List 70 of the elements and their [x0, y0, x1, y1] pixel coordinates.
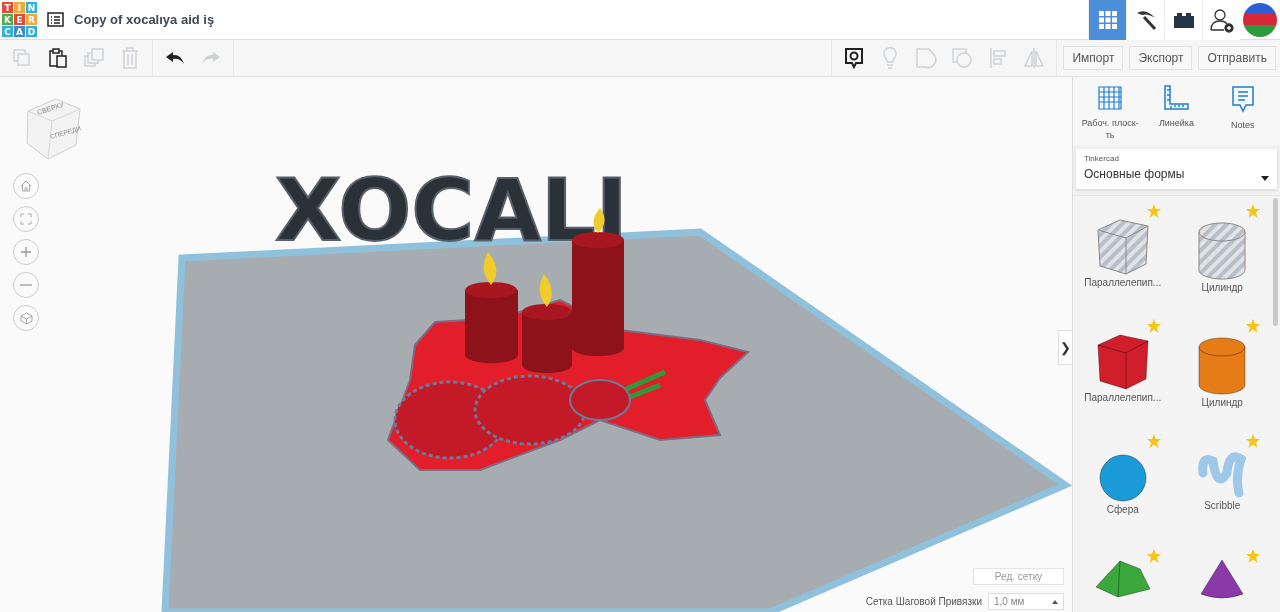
zoom-in-button[interactable]	[13, 239, 39, 265]
scrollbar[interactable]	[1273, 198, 1278, 326]
model-text: XOCALI	[275, 160, 628, 260]
logo-letter: I	[14, 2, 25, 13]
snap-grid-dropdown[interactable]: 1,0 мм	[988, 593, 1064, 610]
pickaxe-view-tab[interactable]	[1126, 0, 1164, 40]
redo-icon	[201, 51, 221, 65]
grid-icon	[1097, 9, 1118, 30]
collapse-panel-button[interactable]: ❯	[1058, 330, 1072, 365]
solid-shape-icon	[915, 47, 938, 69]
trash-icon	[121, 47, 139, 69]
notes-tool-button[interactable]: Notes	[1211, 85, 1274, 141]
copy-icon	[12, 48, 32, 68]
brick-view-tab[interactable]	[1164, 0, 1202, 40]
logo-letter: D	[26, 26, 37, 37]
clipboard-icon	[48, 47, 68, 69]
caret-icon	[1261, 176, 1269, 181]
star-icon	[1146, 319, 1161, 333]
note-icon	[844, 47, 865, 69]
shape-tile[interactable]: Параллелепип...	[1073, 202, 1173, 317]
lightbulb-icon	[882, 47, 899, 69]
star-icon	[1246, 319, 1260, 333]
snap-grid-label: Сетка Шаговой Привязки	[865, 596, 982, 607]
star-icon	[1246, 549, 1260, 563]
shape-tile[interactable]: Сфера	[1073, 432, 1173, 547]
library-dropdown[interactable]: Tinkercad Основные формы	[1076, 149, 1277, 189]
fit-view-icon	[20, 213, 32, 225]
shape-tile[interactable]: Цилиндр	[1172, 317, 1272, 432]
star-icon	[1146, 204, 1161, 218]
logo-letter: T	[2, 2, 13, 13]
note-icon	[1230, 85, 1255, 113]
logo-letter: R	[26, 14, 37, 25]
fit-view-button[interactable]	[13, 206, 39, 232]
align-icon	[989, 47, 1008, 69]
logo-letter: C	[2, 26, 13, 37]
workplane-tool-button[interactable]: Рабоч. плоск-ть	[1079, 85, 1142, 141]
user-avatar[interactable]	[1243, 2, 1277, 37]
star-icon	[1246, 204, 1260, 218]
hole-shape-icon	[951, 47, 974, 69]
perspective-icon	[19, 311, 33, 325]
zoom-in-icon	[20, 246, 32, 258]
logo-letter: A	[14, 26, 25, 37]
workplane-icon	[1097, 85, 1124, 111]
design-title: Copy of xocalıya aid iş	[74, 12, 216, 27]
zoom-out-button[interactable]	[13, 272, 39, 298]
logo-letter: N	[26, 2, 37, 13]
shape-tile[interactable]: Параллелепип...	[1073, 317, 1173, 432]
star-icon	[1146, 434, 1161, 448]
logo-letter: E	[14, 14, 25, 25]
export-button[interactable]: Экспорт	[1129, 46, 1193, 70]
shape-tile[interactable]: Scribble	[1172, 432, 1272, 547]
send-button[interactable]: Отправить	[1198, 46, 1276, 70]
ruler-icon	[1163, 85, 1190, 111]
duplicate-icon	[83, 48, 105, 68]
home-button[interactable]	[13, 173, 39, 199]
star-icon	[1246, 434, 1260, 448]
add-user-button[interactable]	[1202, 0, 1240, 40]
caret-icon	[1052, 599, 1058, 604]
shape-tile[interactable]: Цилиндр	[1172, 202, 1272, 317]
undo-icon	[165, 51, 185, 65]
mirror-icon	[1023, 47, 1046, 69]
add-user-icon	[1208, 6, 1235, 33]
ruler-tool-button[interactable]: Линейка	[1145, 85, 1208, 141]
star-icon	[1146, 549, 1161, 563]
logo-letter: K	[2, 14, 13, 25]
brick-icon	[1172, 10, 1195, 29]
list-icon[interactable]	[47, 12, 64, 27]
perspective-button[interactable]	[13, 305, 39, 331]
home-icon	[20, 180, 32, 192]
import-button[interactable]: Импорт	[1063, 46, 1124, 70]
